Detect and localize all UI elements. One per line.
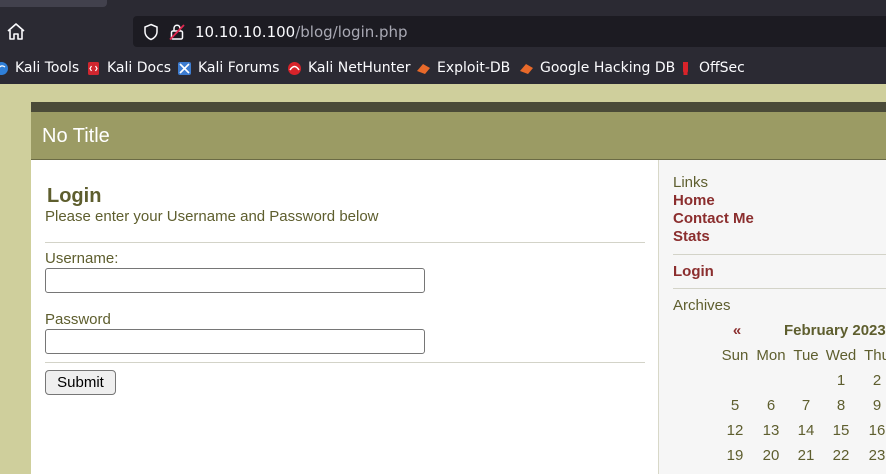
- bookmark-label: Kali Tools: [15, 60, 80, 76]
- kali-icon: [0, 61, 8, 75]
- calendar-day: 8: [836, 397, 846, 414]
- bookmark-exploit-db[interactable]: Exploit-DB: [416, 59, 510, 77]
- bookmark-label: OffSec: [699, 60, 745, 76]
- calendar-day: 19: [726, 447, 744, 464]
- bookmark-kali-docs[interactable]: Kali Docs: [86, 59, 171, 77]
- calendar-day: 23: [868, 447, 886, 464]
- nethunter-icon: [288, 61, 301, 75]
- browser-toolbar: 10.10.10.100/blog/login.php: [0, 0, 886, 52]
- calendar-month-title: February 2023: [784, 322, 886, 339]
- page-title: No Title: [42, 125, 110, 147]
- bookmark-google-hacking-db[interactable]: Google Hacking DB: [519, 59, 675, 77]
- kali-forums-icon: [178, 61, 191, 75]
- links-heading: Links: [673, 174, 709, 191]
- sidebar: Links Home Contact Me Stats Login Archiv…: [658, 160, 886, 474]
- insecure-lock-icon[interactable]: [168, 23, 186, 41]
- divider: [45, 242, 645, 243]
- bookmark-label: Google Hacking DB: [540, 60, 676, 76]
- login-heading: Login: [47, 185, 102, 207]
- divider: [45, 362, 645, 363]
- ghdb-icon: [520, 63, 533, 74]
- calendar-day: 22: [832, 447, 850, 464]
- bookmark-label: Kali Docs: [107, 60, 172, 76]
- calendar-weekday: Sun: [721, 347, 749, 364]
- bookmark-kali-forums[interactable]: Kali Forums: [177, 59, 279, 77]
- divider: [673, 288, 886, 289]
- url-host: 10.10.10.100: [195, 23, 296, 41]
- calendar-day: 13: [762, 422, 780, 439]
- kali-docs-icon: [88, 61, 99, 75]
- login-instructions: Please enter your Username and Password …: [45, 208, 379, 225]
- calendar-day: 9: [872, 397, 882, 414]
- exploit-db-icon: [417, 63, 430, 74]
- bookmarks-toolbar: Kali Tools Kali Docs Kali Forums Kali Ne…: [0, 52, 886, 84]
- bookmark-label: Kali NetHunter: [308, 60, 411, 76]
- password-input[interactable]: [45, 329, 425, 354]
- calendar-day: 21: [797, 447, 815, 464]
- home-icon[interactable]: [4, 20, 28, 44]
- calendar-day: 1: [836, 372, 846, 389]
- offsec-icon: [683, 61, 688, 75]
- bookmark-offsec[interactable]: OffSec: [678, 59, 745, 77]
- calendar-day: 14: [797, 422, 815, 439]
- login-panel: Login Please enter your Username and Pas…: [31, 160, 658, 474]
- calendar-day: 16: [868, 422, 886, 439]
- url-text[interactable]: 10.10.10.100/blog/login.php: [195, 23, 408, 41]
- archives-heading: Archives: [673, 297, 731, 314]
- calendar-day: 6: [766, 397, 776, 414]
- link-stats[interactable]: Stats: [673, 228, 710, 245]
- calendar-day: 15: [832, 422, 850, 439]
- username-label: Username:: [45, 250, 119, 267]
- calendar-day: 5: [730, 397, 740, 414]
- submit-button[interactable]: Submit: [45, 370, 116, 395]
- password-label: Password: [45, 311, 111, 328]
- bookmark-kali-nethunter[interactable]: Kali NetHunter: [287, 59, 410, 77]
- calendar-weekday: Thu: [864, 347, 886, 364]
- bookmark-kali-tools[interactable]: Kali Tools: [0, 59, 79, 77]
- link-home[interactable]: Home: [673, 192, 715, 209]
- calendar-weekday: Mon: [756, 347, 786, 364]
- page-top-bar: [31, 102, 886, 112]
- calendar-day: 2: [872, 372, 882, 389]
- calendar-prev-month[interactable]: «: [730, 322, 744, 339]
- calendar-weekday: Wed: [825, 347, 857, 364]
- calendar-day: 7: [801, 397, 811, 414]
- browser-tab[interactable]: [0, 0, 107, 7]
- calendar-day: 12: [726, 422, 744, 439]
- link-contact-me[interactable]: Contact Me: [673, 210, 754, 227]
- calendar-weekday: Tue: [793, 347, 819, 364]
- username-input[interactable]: [45, 268, 425, 293]
- url-path: /blog/login.php: [295, 23, 408, 41]
- calendar-day: 20: [762, 447, 780, 464]
- bookmark-label: Exploit-DB: [437, 60, 511, 76]
- shield-icon[interactable]: [142, 23, 160, 41]
- divider: [673, 254, 886, 255]
- link-login[interactable]: Login: [673, 263, 714, 280]
- page-header: No Title: [31, 112, 886, 160]
- bookmark-label: Kali Forums: [198, 60, 280, 76]
